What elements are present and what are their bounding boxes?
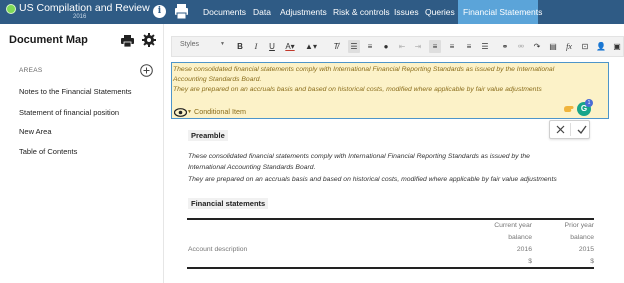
nav-tab-issues[interactable]: Issues — [389, 0, 424, 24]
conditional-text-line[interactable]: These consolidated financial statements … — [173, 66, 554, 73]
add-area-icon[interactable] — [140, 64, 153, 77]
sidebar-item-new-area[interactable]: New Area — [19, 127, 52, 136]
person-icon[interactable]: 👤 — [595, 40, 607, 53]
nav-tab-queries[interactable]: Queries — [420, 0, 460, 24]
conditional-text-line[interactable]: They are prepared on an accruals basis a… — [173, 86, 542, 93]
italic-icon[interactable]: I — [251, 40, 261, 53]
align-left-icon[interactable]: ≡ — [429, 40, 441, 53]
financial-statements-heading[interactable]: Financial statements — [188, 198, 269, 209]
gear-icon[interactable] — [142, 33, 156, 47]
formula-icon[interactable]: fx — [563, 40, 575, 53]
align-center-icon[interactable]: ≡ — [446, 40, 458, 53]
editor-toolbar: Styles ▼ B I U A▾ ▲▾ T̸ ☰ ≡ ● ⇤ ⇥ ≡ ≡ ≡ … — [171, 36, 624, 57]
confirm-cancel-popup — [549, 120, 590, 139]
print-icon[interactable] — [121, 35, 134, 47]
info-icon[interactable]: i — [153, 5, 166, 18]
clear-format-icon[interactable]: T̸ — [330, 40, 342, 53]
special-character-icon[interactable]: ● — [380, 40, 392, 53]
preamble-text-line[interactable]: They are prepared on an accruals basis a… — [188, 176, 557, 183]
align-justify-icon[interactable]: ☰ — [479, 40, 491, 53]
sidebar-item-table-of-contents[interactable]: Table of Contents — [19, 147, 77, 156]
indent-icon[interactable]: ⇥ — [412, 40, 424, 53]
chevron-down-icon: ▼ — [220, 41, 225, 47]
link-icon[interactable]: ⚭ — [499, 40, 511, 53]
document-icon[interactable]: ▤ — [547, 40, 559, 53]
app-title: US Compilation and Review — [19, 2, 150, 14]
bullet-list-icon[interactable]: ☰ — [348, 40, 360, 53]
redo-icon[interactable]: ↷ — [531, 40, 543, 53]
highlight-color-icon[interactable]: ▲▾ — [304, 40, 318, 53]
nav-tab-documents[interactable]: Documents — [198, 0, 251, 24]
nav-tab-risk-controls[interactable]: Risk & controls — [328, 0, 395, 24]
preamble-text-line[interactable]: International Accounting Standards Board… — [188, 164, 315, 171]
underline-icon[interactable]: U — [267, 40, 277, 53]
column-header-prior-year-sub[interactable]: balance — [536, 234, 594, 241]
hand-icon[interactable] — [563, 103, 574, 113]
conditional-text-line[interactable]: Accounting Standards Board. — [173, 76, 261, 83]
column-header-current-year-sub[interactable]: balance — [470, 234, 532, 241]
column-header-prior-year[interactable]: Prior year — [536, 222, 594, 229]
document-map-title: Document Map — [9, 34, 88, 46]
table-header-border — [187, 267, 594, 269]
preamble-heading[interactable]: Preamble — [188, 130, 228, 141]
nav-tab-adjustments[interactable]: Adjustments — [275, 0, 332, 24]
column-header-current-year[interactable]: Current year — [470, 222, 532, 229]
insert-field-icon[interactable]: ⊡ — [579, 40, 591, 53]
account-description-header[interactable]: Account description — [188, 246, 247, 253]
bold-icon[interactable]: B — [235, 40, 245, 53]
numbered-list-icon[interactable]: ≡ — [364, 40, 376, 53]
nav-tab-data[interactable]: Data — [248, 0, 276, 24]
column-header-current-year-unit[interactable]: $ — [470, 258, 532, 265]
notification-badge: 1 — [585, 99, 593, 107]
print-icon[interactable] — [174, 3, 189, 20]
styles-dropdown[interactable]: Styles — [180, 41, 199, 48]
column-header-prior-year-unit[interactable]: $ — [536, 258, 594, 265]
areas-label: AREAS — [19, 67, 43, 74]
table-top-border — [187, 218, 594, 220]
nav-tab-financial-statements[interactable]: Financial Statements — [458, 0, 542, 24]
sidebar-item-statement-financial-position[interactable]: Statement of financial position — [19, 108, 119, 117]
preamble-text-line[interactable]: These consolidated financial statements … — [188, 153, 530, 160]
column-header-prior-year-year[interactable]: 2015 — [536, 246, 594, 253]
contact-card-icon[interactable]: ▣ — [611, 40, 623, 53]
close-icon[interactable] — [556, 125, 565, 134]
top-navigation-bar: US Compilation and Review 2016 i Documen… — [0, 0, 624, 24]
outdent-icon[interactable]: ⇤ — [396, 40, 408, 53]
eye-icon[interactable] — [174, 108, 187, 117]
app-title-area[interactable]: US Compilation and Review 2016 — [3, 0, 151, 24]
font-color-icon[interactable]: A▾ — [283, 40, 297, 53]
align-right-icon[interactable]: ≡ — [463, 40, 475, 53]
sidebar-item-notes[interactable]: Notes to the Financial Statements — [19, 87, 132, 96]
app-year: 2016 — [73, 14, 87, 20]
check-icon[interactable] — [577, 125, 587, 134]
divider — [570, 123, 571, 136]
app-logo-icon — [6, 4, 16, 14]
unlink-icon[interactable]: ⚮ — [515, 40, 527, 53]
column-header-current-year-year[interactable]: 2016 — [470, 246, 532, 253]
document-map-sidebar: Document Map AREAS Notes to the Financia… — [0, 24, 164, 283]
chevron-down-icon[interactable]: ▼ — [187, 109, 192, 115]
conditional-item-label[interactable]: Conditional Item — [194, 107, 246, 116]
